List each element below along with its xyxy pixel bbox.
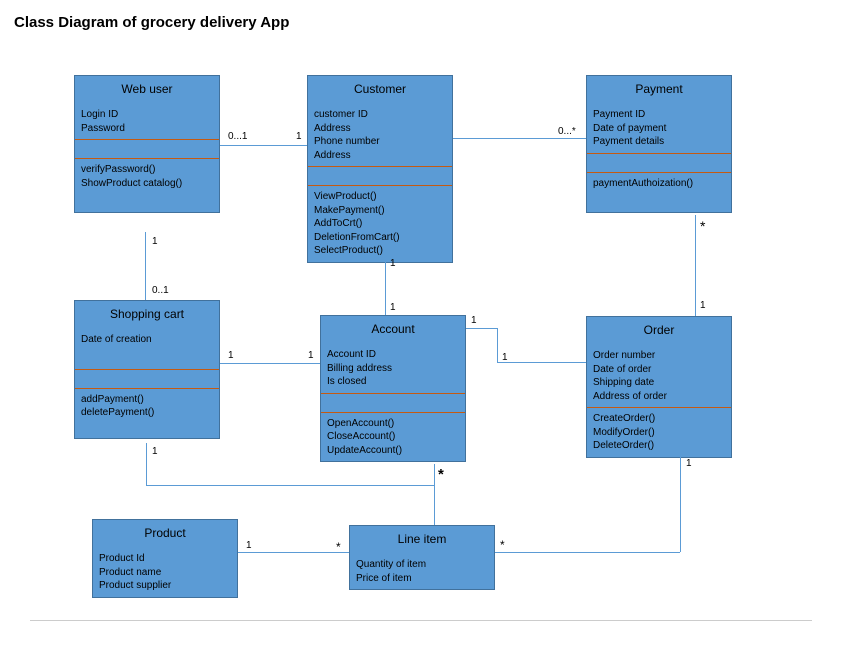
attr: Address of order	[593, 390, 725, 404]
attr: Product supplier	[99, 579, 231, 593]
class-name: Shopping cart	[75, 301, 219, 329]
mult: *	[438, 466, 444, 483]
mult: *	[500, 538, 505, 552]
mult: *	[336, 540, 341, 554]
baseline	[30, 620, 812, 621]
attr: Payment ID	[593, 108, 725, 122]
op: addPayment()	[81, 393, 213, 407]
class-name: Account	[321, 316, 465, 344]
attr: customer ID	[314, 108, 446, 122]
mult: 1	[700, 300, 706, 311]
class-product: Product Product Id Product name Product …	[92, 519, 238, 598]
op: DeletionFromCart()	[314, 231, 446, 245]
mult: 1	[152, 446, 158, 457]
mult: 1	[390, 302, 396, 313]
mult: 1	[152, 236, 158, 247]
class-name: Customer	[308, 76, 452, 104]
attr: Login ID	[81, 108, 213, 122]
attr: Date of payment	[593, 122, 725, 136]
class-account: Account Account ID Billing address Is cl…	[320, 315, 466, 462]
op: AddToCrt()	[314, 217, 446, 231]
attr: Password	[81, 122, 213, 136]
attr: Billing address	[327, 362, 459, 376]
attr: Phone number	[314, 135, 446, 149]
attr: Price of item	[356, 572, 488, 586]
op: deletePayment()	[81, 406, 213, 420]
op: CreateOrder()	[593, 412, 725, 426]
attr: Account ID	[327, 348, 459, 362]
mult: 0..1	[152, 285, 169, 296]
op: verifyPassword()	[81, 163, 213, 177]
mult: 1	[246, 540, 252, 551]
op: CloseAccount()	[327, 430, 459, 444]
class-name: Order	[587, 317, 731, 345]
mult: 1	[308, 350, 314, 361]
mult: 1	[502, 352, 508, 363]
op: MakePayment()	[314, 204, 446, 218]
class-web-user: Web user Login ID Password verifyPasswor…	[74, 75, 220, 213]
attr: Product Id	[99, 552, 231, 566]
mult: 0...*	[558, 126, 576, 137]
attr: Is closed	[327, 375, 459, 389]
class-customer: Customer customer ID Address Phone numbe…	[307, 75, 453, 263]
attr: Address	[314, 149, 446, 163]
op: DeleteOrder()	[593, 439, 725, 453]
mult: *	[700, 218, 705, 234]
attr: Payment details	[593, 135, 725, 149]
class-line-item: Line item Quantity of item Price of item	[349, 525, 495, 590]
op: UpdateAccount()	[327, 444, 459, 458]
mult: 1	[390, 258, 396, 269]
attr: Date of order	[593, 363, 725, 377]
class-order: Order Order number Date of order Shippin…	[586, 316, 732, 458]
op: ShowProduct catalog()	[81, 177, 213, 191]
attr: Shipping date	[593, 376, 725, 390]
mult: 1	[228, 350, 234, 361]
attr: Date of creation	[81, 333, 213, 347]
class-payment: Payment Payment ID Date of payment Payme…	[586, 75, 732, 213]
class-name: Line item	[350, 526, 494, 554]
mult: 1	[471, 315, 477, 326]
mult: 0...1	[228, 131, 247, 142]
op: ViewProduct()	[314, 190, 446, 204]
attr: Address	[314, 122, 446, 136]
attr: Order number	[593, 349, 725, 363]
op: ModifyOrder()	[593, 426, 725, 440]
page-title: Class Diagram of grocery delivery App	[14, 14, 289, 31]
class-name: Web user	[75, 76, 219, 104]
op: paymentAuthoization()	[593, 177, 725, 191]
mult: 1	[296, 131, 302, 142]
op: SelectProduct()	[314, 244, 446, 258]
mult: 1	[686, 458, 692, 469]
class-name: Product	[93, 520, 237, 548]
attr: Product name	[99, 566, 231, 580]
op: OpenAccount()	[327, 417, 459, 431]
class-name: Payment	[587, 76, 731, 104]
attr: Quantity of item	[356, 558, 488, 572]
class-shopping-cart: Shopping cart Date of creation addPaymen…	[74, 300, 220, 439]
